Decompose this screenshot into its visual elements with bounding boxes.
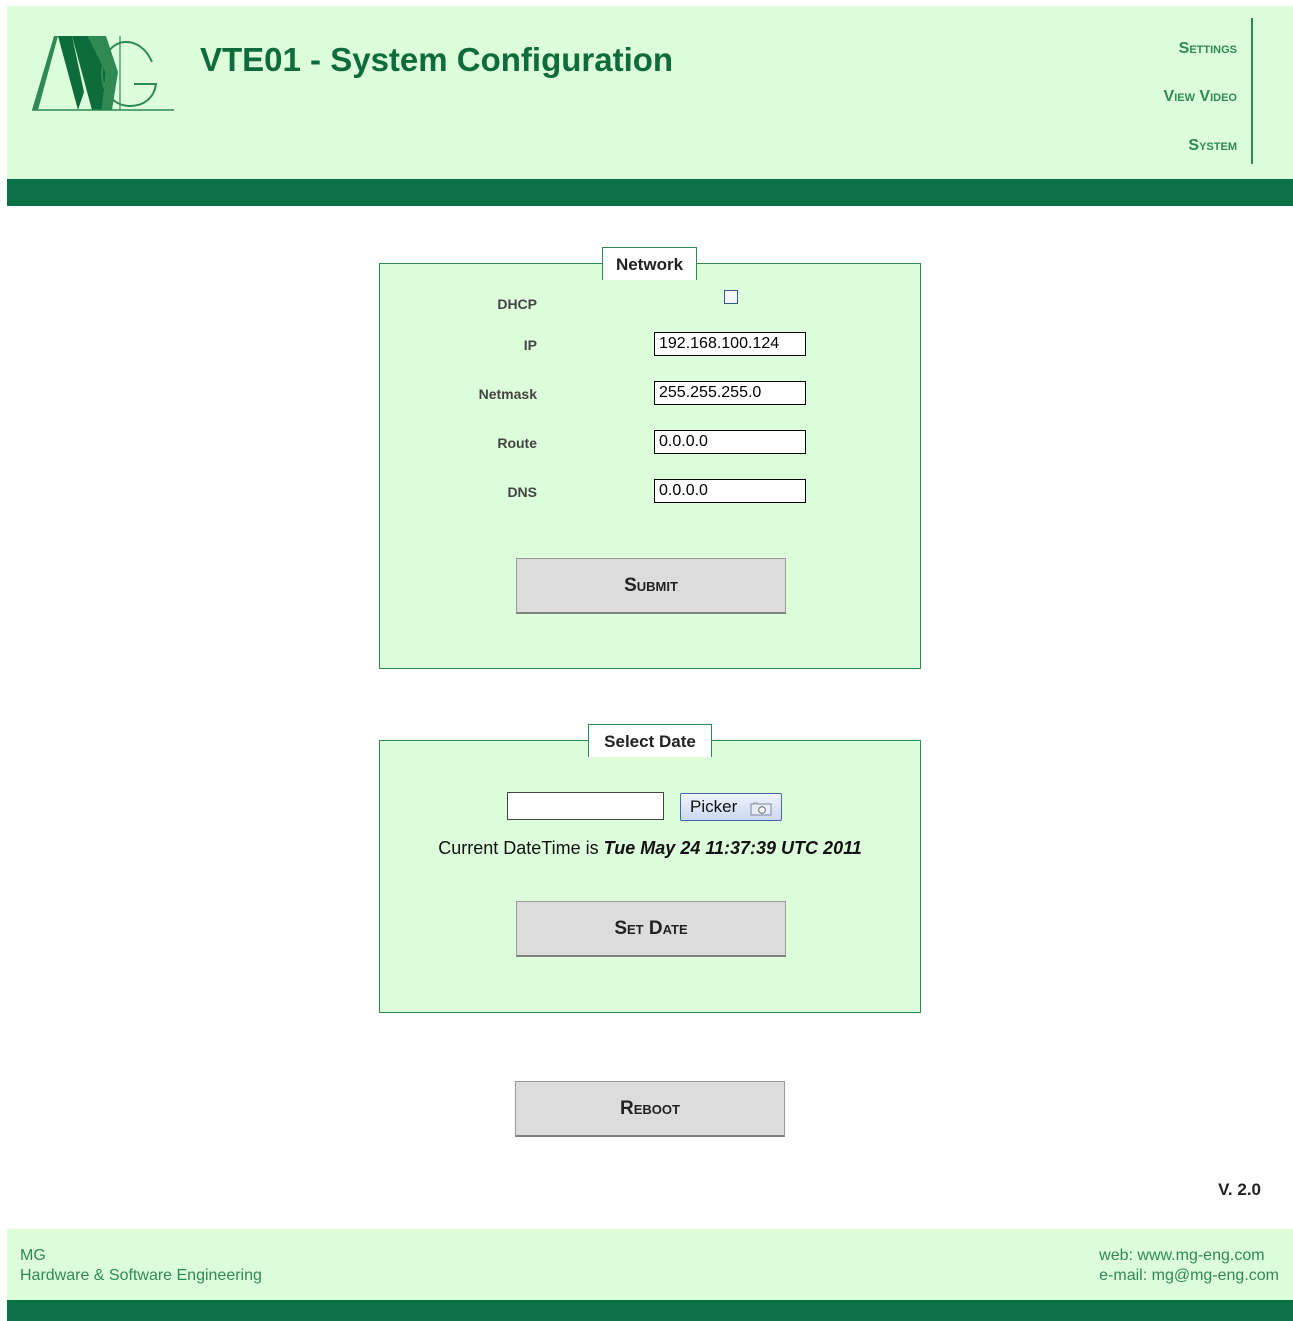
picker-label: Picker xyxy=(690,797,738,816)
version-label: V. 2.0 xyxy=(1218,1180,1261,1199)
page-footer: MG Hardware & Software Engineering web: … xyxy=(7,1229,1293,1300)
current-datetime-value: Tue May 24 11:37:39 UTC 2011 xyxy=(603,838,862,858)
footer-tagline: Hardware & Software Engineering xyxy=(20,1267,262,1284)
current-datetime: Current DateTime is Tue May 24 11:37:39 … xyxy=(380,838,920,859)
netmask-label: Netmask xyxy=(478,386,537,402)
date-input[interactable] xyxy=(507,792,664,820)
footer-company: MG Hardware & Software Engineering xyxy=(20,1246,262,1286)
picker-button[interactable]: Picker xyxy=(680,793,782,821)
network-legend: Network xyxy=(602,247,697,280)
dhcp-label: DHCP xyxy=(497,296,537,312)
dns-field[interactable] xyxy=(654,479,806,503)
footer-email[interactable]: e-mail: mg@mg-eng.com xyxy=(1099,1266,1279,1286)
set-date-button[interactable]: Set Date xyxy=(516,901,786,957)
nav-link-view-video[interactable]: View Video xyxy=(1164,88,1237,106)
ip-label: IP xyxy=(523,337,537,353)
ip-field[interactable] xyxy=(654,332,806,356)
route-label: Route xyxy=(497,435,537,451)
dhcp-checkbox[interactable] xyxy=(724,290,738,304)
footer-contact: web: www.mg-eng.com e-mail: mg@mg-eng.co… xyxy=(1099,1246,1279,1286)
network-panel: Network DHCP IP Netmask Route DNS Submit xyxy=(379,247,921,669)
mg-logo xyxy=(32,36,174,111)
calendar-icon xyxy=(750,802,772,816)
netmask-field[interactable] xyxy=(654,381,806,405)
page-header: VTE01 - System Configuration Settings Vi… xyxy=(7,6,1293,179)
nav-link-system[interactable]: System xyxy=(1188,137,1237,155)
route-field[interactable] xyxy=(654,430,806,454)
top-nav: Settings View Video System xyxy=(1121,18,1253,164)
footer-company-name: MG xyxy=(20,1247,46,1264)
submit-button[interactable]: Submit xyxy=(516,558,786,614)
reboot-button[interactable]: Reboot xyxy=(515,1081,785,1137)
select-date-legend: Select Date xyxy=(588,724,712,757)
select-date-panel: Select Date Picker Current DateTime is T… xyxy=(379,724,921,1013)
footer-web[interactable]: web: www.mg-eng.com xyxy=(1099,1246,1279,1266)
footer-bar xyxy=(7,1300,1293,1321)
current-datetime-prefix: Current DateTime is xyxy=(438,838,599,858)
nav-link-settings[interactable]: Settings xyxy=(1179,40,1237,58)
dns-label: DNS xyxy=(507,484,537,500)
header-bar xyxy=(7,179,1293,206)
page-title: VTE01 - System Configuration xyxy=(200,41,674,78)
